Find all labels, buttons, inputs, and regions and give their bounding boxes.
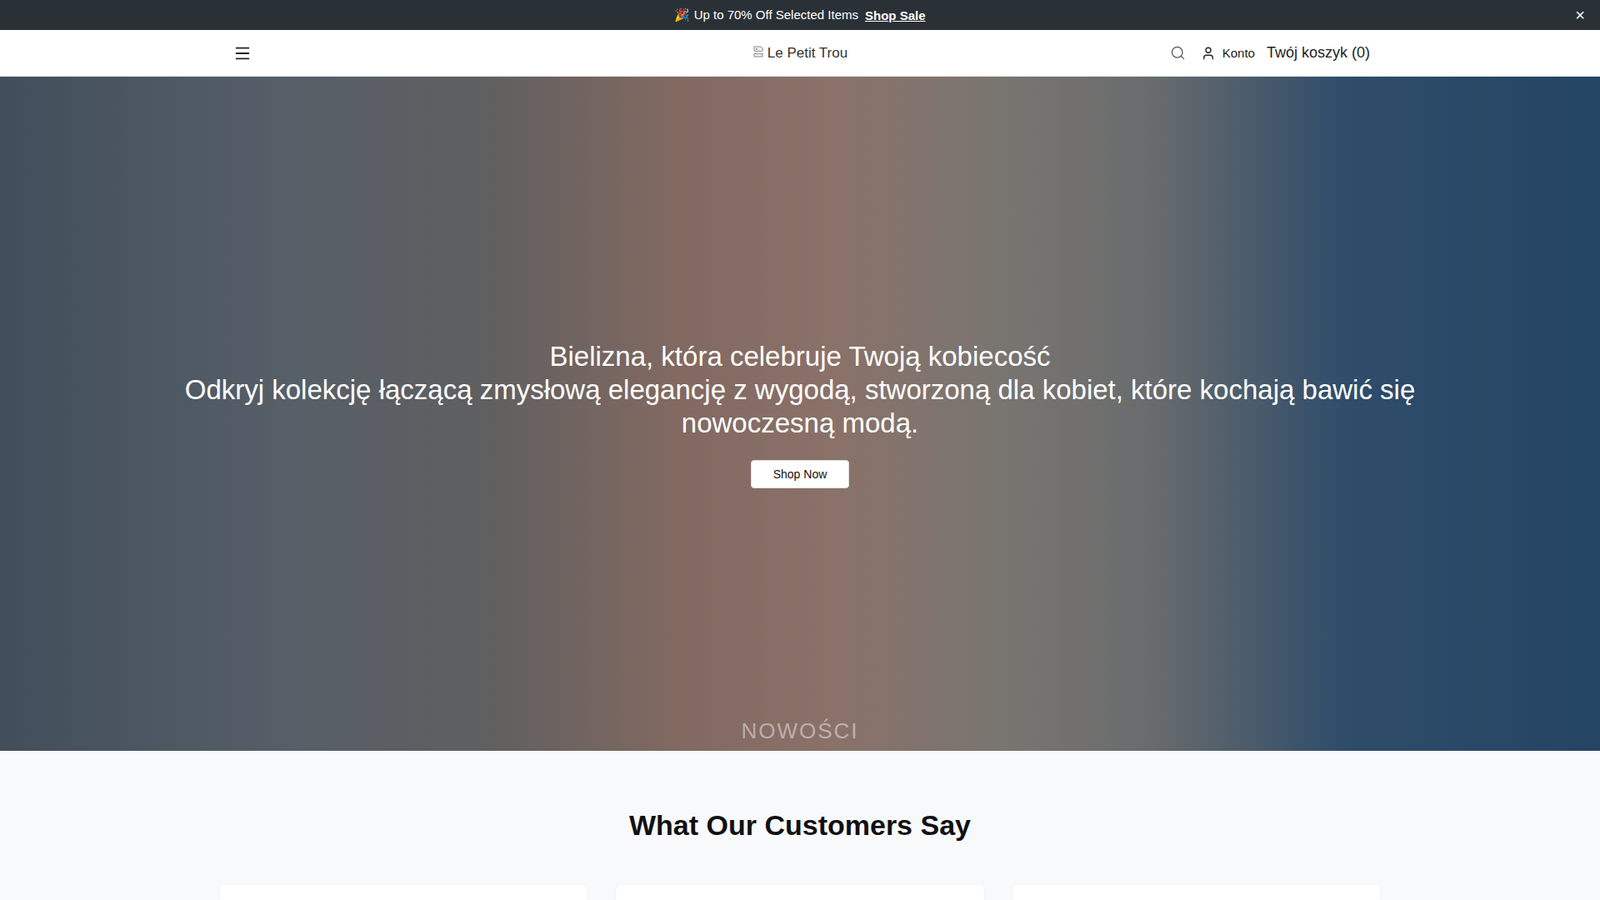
broken-image-icon xyxy=(752,45,766,59)
testimonial-card xyxy=(1012,885,1380,900)
menu-button[interactable] xyxy=(230,40,255,66)
account-link[interactable]: Konto xyxy=(1200,45,1255,61)
hero-label: NOWOŚCI xyxy=(740,718,859,745)
shop-now-button[interactable]: Shop Now xyxy=(750,460,850,489)
search-button[interactable] xyxy=(1166,41,1190,65)
site-header: Le Petit Trou Konto Twój koszyk (0) xyxy=(0,30,1600,77)
close-button[interactable]: × xyxy=(1571,5,1589,25)
testimonial-card xyxy=(615,885,984,900)
search-icon xyxy=(1170,45,1186,61)
hamburger-icon xyxy=(233,44,252,63)
testimonial-card xyxy=(220,885,588,900)
shop-sale-link[interactable]: Shop Sale xyxy=(865,8,926,23)
testimonials-section: What Our Customers Say xyxy=(0,750,1600,900)
hero-subtitle: Odkryj kolekcję łączącą zmysłową eleganc… xyxy=(158,373,1442,440)
section-title: What Our Customers Say xyxy=(629,809,971,842)
user-icon xyxy=(1200,45,1216,61)
announcement-text: 🎉 Up to 70% Off Selected Items xyxy=(674,7,859,23)
announcement-bar: 🎉 Up to 70% Off Selected Items Shop Sale × xyxy=(0,0,1600,30)
hero-title: Bielizna, która celebruje Twoją kobiecoś… xyxy=(549,340,1050,374)
hero-banner: Bielizna, która celebruje Twoją kobiecoś… xyxy=(0,76,1600,751)
cart-link[interactable]: Twój koszyk (0) xyxy=(1266,44,1370,62)
logo[interactable]: Le Petit Trou xyxy=(752,45,848,62)
